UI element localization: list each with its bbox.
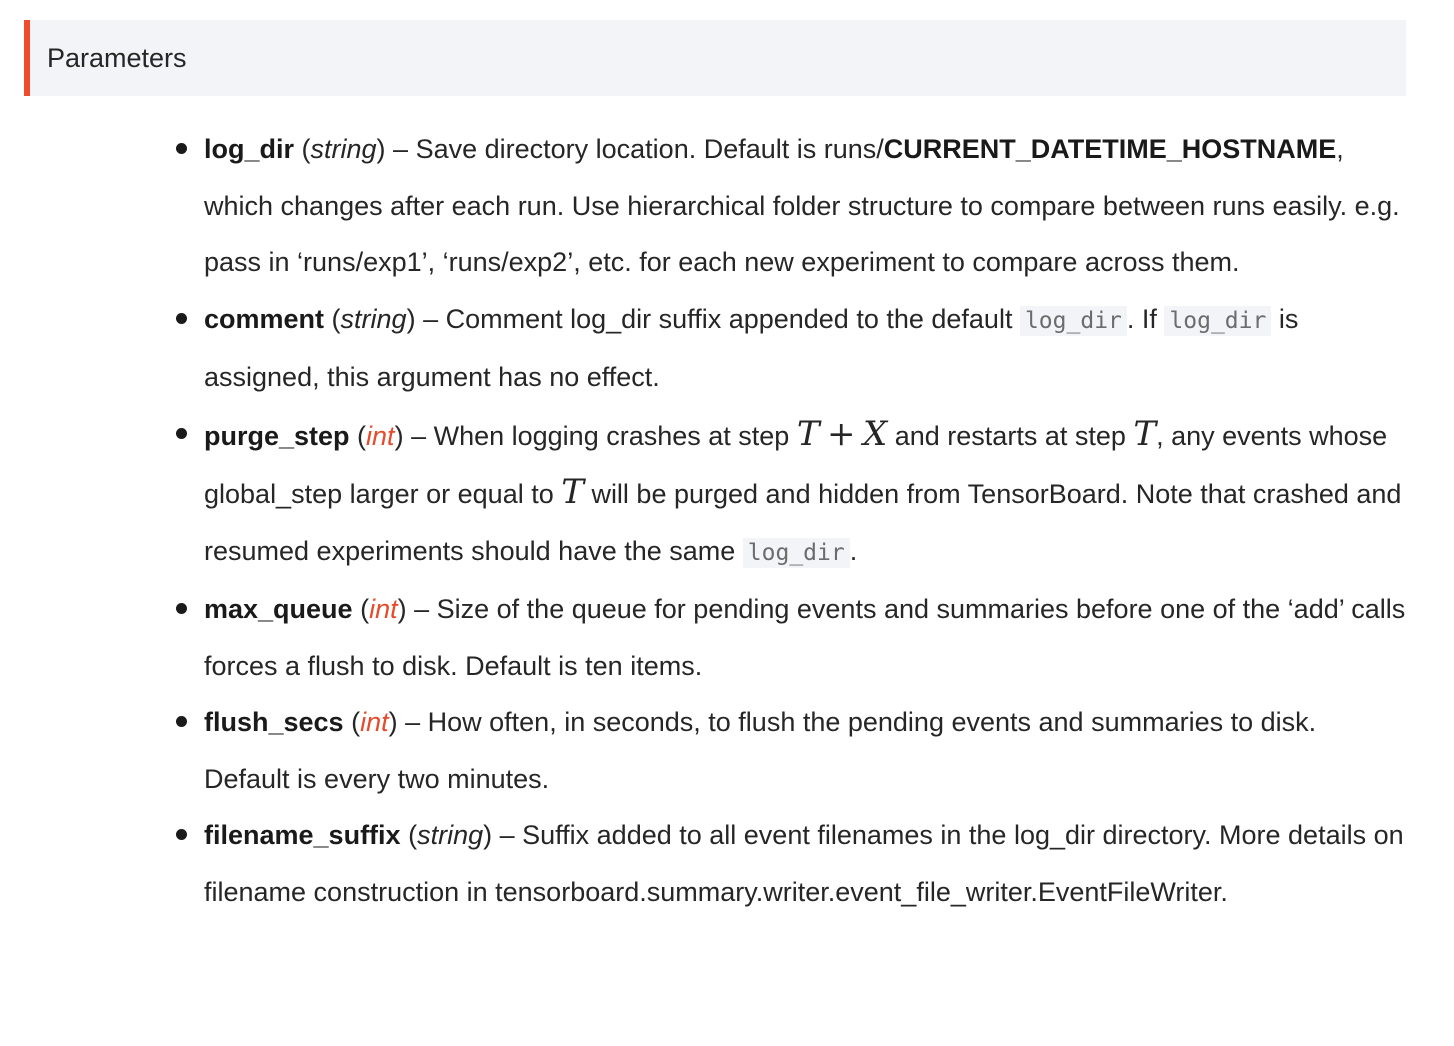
inline-code: log_dir: [742, 537, 850, 568]
param-desc-continued: and restarts at step: [887, 420, 1134, 451]
math-operator: +: [827, 413, 856, 454]
param-name: max_queue: [204, 594, 353, 624]
parameter-list: log_dir (string) – Save directory locati…: [176, 121, 1408, 920]
param-type: int: [369, 594, 398, 624]
section-title: Parameters: [47, 43, 187, 73]
param-desc: – Comment log_dir suffix appended to the…: [415, 303, 1020, 334]
bullet-icon: [176, 143, 187, 154]
param-desc: – Save directory location. Default is ru…: [385, 134, 884, 164]
math-variable: T: [796, 413, 820, 454]
param-type: int: [360, 707, 389, 737]
parameters-header: Parameters: [24, 20, 1406, 96]
param-type: string: [417, 820, 484, 850]
param-desc-continued: . If: [1126, 303, 1165, 334]
param-item-max-queue: max_queue (int) – Size of the queue for …: [176, 581, 1408, 694]
bullet-icon: [176, 829, 187, 840]
param-type: string: [310, 134, 377, 164]
math-variable: T: [561, 472, 584, 512]
param-name: purge_step: [204, 420, 350, 451]
param-item-filename-suffix: filename_suffix (string) – Suffix added …: [176, 807, 1408, 920]
inline-code: log_dir: [1019, 305, 1127, 336]
math-variable: X: [863, 413, 888, 454]
param-item-flush-secs: flush_secs (int) – How often, in seconds…: [176, 694, 1408, 807]
param-name: flush_secs: [204, 707, 344, 737]
param-type: int: [366, 420, 395, 451]
bullet-icon: [176, 603, 187, 614]
param-type: string: [340, 303, 407, 334]
param-desc-end: .: [849, 535, 858, 566]
bullet-icon: [176, 312, 187, 324]
param-item-log-dir: log_dir (string) – Save directory locati…: [176, 121, 1408, 291]
param-item-purge-step: purge_step (int) – When logging crashes …: [176, 406, 1408, 582]
math-variable: T: [1133, 413, 1157, 454]
param-emphasis: CURRENT_DATETIME_HOSTNAME: [883, 134, 1337, 164]
bullet-icon: [176, 716, 187, 727]
param-name: comment: [204, 303, 325, 334]
param-name: filename_suffix: [204, 820, 401, 850]
inline-code: log_dir: [1164, 305, 1272, 336]
bullet-icon: [176, 427, 187, 439]
param-desc: – When logging crashes at step: [403, 420, 797, 451]
param-item-comment: comment (string) – Comment log_dir suffi…: [176, 291, 1408, 406]
param-name: log_dir: [204, 134, 295, 164]
